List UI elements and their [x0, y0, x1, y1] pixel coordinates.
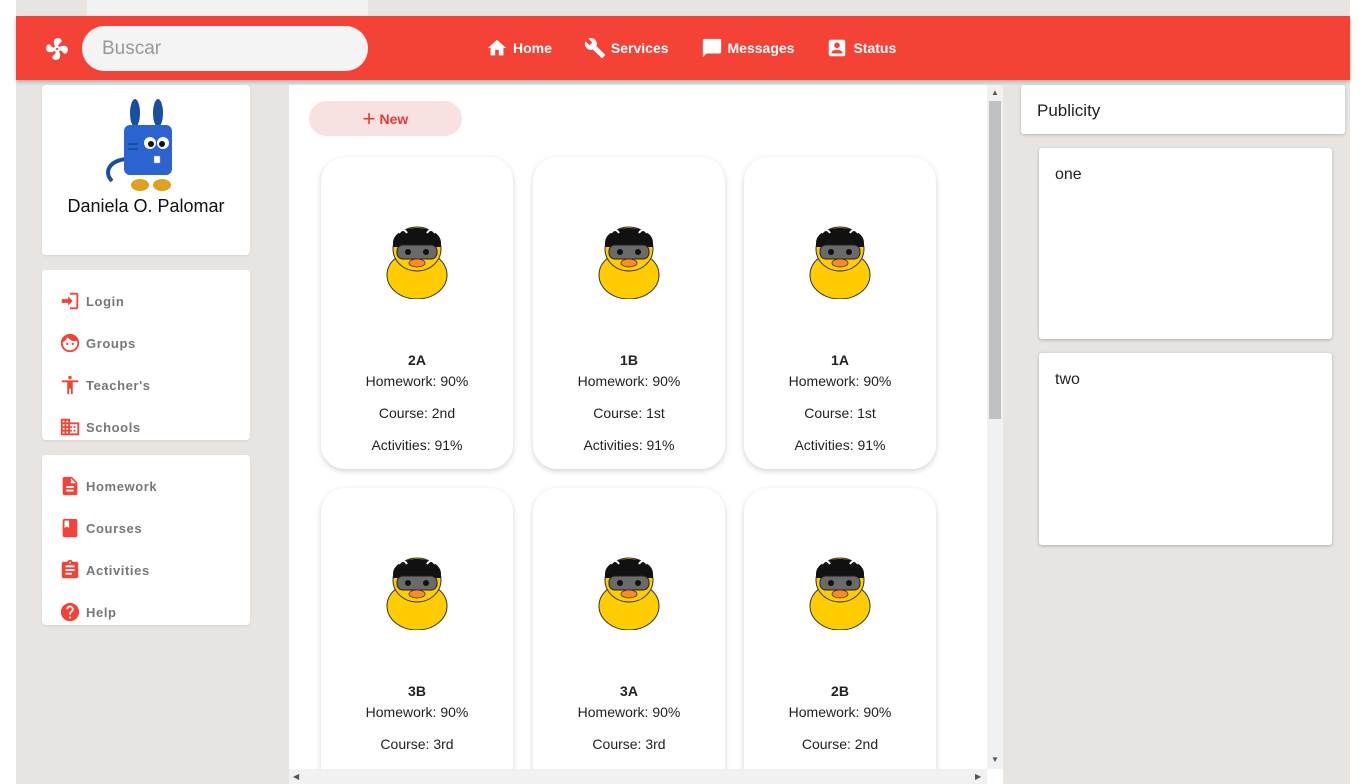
- menu-item-activities[interactable]: Activities: [42, 549, 250, 591]
- menu-item-homework-label: Homework: [86, 478, 158, 494]
- duck-helmet-icon: [386, 226, 448, 299]
- publicity-header: Publicity: [1021, 85, 1345, 134]
- group-card[interactable]: 2B Homework: 90% Course: 2nd: [744, 488, 936, 784]
- home-icon: [487, 39, 507, 56]
- menu-item-groups[interactable]: Groups: [42, 322, 250, 364]
- plus-icon: +: [362, 105, 376, 131]
- nav-services-label: Services: [610, 40, 669, 56]
- publicity-title: Publicity: [1037, 101, 1101, 120]
- new-button-label: New: [379, 110, 409, 127]
- menu-item-login-label: Login: [86, 293, 125, 309]
- wrench-icon: [584, 38, 605, 59]
- group-homework: Homework: 90%: [788, 373, 892, 389]
- groups-panel: + New 2A Homework: 90% Course: 2nd Activ…: [289, 85, 1003, 784]
- group-card[interactable]: 3B Homework: 90% Course: 3rd: [321, 488, 513, 784]
- menu-item-help-label: Help: [86, 604, 117, 620]
- duck-helmet-icon: [598, 557, 660, 630]
- duck-helmet-icon: [386, 557, 448, 630]
- publicity-text: two: [1055, 371, 1080, 388]
- fan-logo-icon[interactable]: [44, 36, 70, 62]
- group-homework: Homework: 90%: [577, 373, 681, 389]
- nav-messages-label: Messages: [727, 40, 795, 56]
- scroll-left-icon[interactable]: ◀: [293, 772, 299, 781]
- duck-helmet-icon: [598, 226, 660, 299]
- document-icon: [62, 476, 78, 496]
- group-card[interactable]: 1B Homework: 90% Course: 1st Activities:…: [533, 157, 725, 469]
- group-activities: Activities: 91%: [583, 437, 675, 453]
- group-name: 1B: [620, 352, 638, 368]
- publicity-card[interactable]: one: [1039, 148, 1332, 339]
- menu-item-teachers-label: Teacher's: [86, 377, 151, 393]
- group-card[interactable]: 3A Homework: 90% Course: 3rd: [533, 488, 725, 784]
- group-activities: Activities: 91%: [794, 437, 886, 453]
- scroll-up-icon[interactable]: ▲: [991, 88, 999, 97]
- group-course: Course: 3rd: [592, 736, 666, 752]
- vertical-scrollbar[interactable]: ▲ ▼: [987, 85, 1003, 769]
- group-course: Course: 2nd: [378, 405, 456, 421]
- menu-item-schools-label: Schools: [86, 419, 141, 435]
- building-icon: [60, 418, 80, 436]
- group-course: Course: 3rd: [380, 736, 454, 752]
- clipboard-icon: [61, 559, 79, 579]
- group-card[interactable]: 2A Homework: 90% Course: 2nd Activities:…: [321, 157, 513, 469]
- group-name: 1A: [831, 352, 849, 368]
- group-homework: Homework: 90%: [365, 373, 469, 389]
- group-name: 2B: [831, 683, 849, 699]
- duck-helmet-icon: [809, 557, 871, 630]
- login-icon: [61, 292, 79, 310]
- scroll-down-icon[interactable]: ▼: [991, 755, 999, 764]
- menu-item-help[interactable]: Help: [42, 591, 250, 633]
- help-icon: [60, 602, 80, 622]
- new-group-button[interactable]: + New: [309, 101, 462, 136]
- menu-item-teachers[interactable]: Teacher's: [42, 364, 250, 406]
- group-activities: Activities: 91%: [371, 437, 463, 453]
- nav-home-label: Home: [513, 40, 552, 56]
- menu-item-homework[interactable]: Homework: [42, 465, 250, 507]
- avatar: [106, 99, 172, 191]
- nav-messages[interactable]: Messages: [701, 37, 795, 59]
- menu-item-courses[interactable]: Courses: [42, 507, 250, 549]
- menu-item-groups-label: Groups: [86, 335, 136, 351]
- scrollbar-thumb[interactable]: [989, 101, 1001, 419]
- account-box-icon: [829, 39, 846, 57]
- group-name: 2A: [408, 352, 426, 368]
- scroll-right-icon[interactable]: ▶: [975, 772, 981, 781]
- book-icon: [62, 518, 78, 538]
- search-input[interactable]: [82, 26, 368, 71]
- group-name: 3A: [620, 683, 638, 699]
- nav-status[interactable]: Status: [826, 37, 896, 59]
- person-icon: [61, 375, 79, 395]
- nav-status-label: Status: [853, 40, 897, 56]
- menu-card-2: Homework Courses Activities Help: [42, 455, 250, 625]
- publicity-card[interactable]: two: [1039, 353, 1332, 545]
- menu-item-activities-label: Activities: [86, 562, 150, 578]
- profile-card: Daniela O. Palomar: [42, 85, 250, 255]
- nav-home[interactable]: Home: [486, 37, 552, 59]
- group-homework: Homework: 90%: [365, 704, 469, 720]
- group-name: 3B: [408, 683, 426, 699]
- group-homework: Homework: 90%: [788, 704, 892, 720]
- main-nav: Home Services Messages Status: [486, 16, 928, 80]
- menu-item-schools[interactable]: Schools: [42, 406, 250, 448]
- horizontal-scrollbar[interactable]: ◀ ▶: [289, 769, 987, 784]
- top-navbar: Home Services Messages Status: [16, 16, 1350, 80]
- nav-services[interactable]: Services: [584, 37, 669, 59]
- menu-card-1: Login Groups Teacher's Schools: [42, 270, 250, 440]
- message-icon: [702, 38, 721, 58]
- profile-name: Daniela O. Palomar: [67, 196, 225, 216]
- duck-helmet-icon: [809, 226, 871, 299]
- group-course: Course: 2nd: [801, 736, 879, 752]
- menu-item-login[interactable]: Login: [42, 280, 250, 322]
- face-icon: [60, 333, 80, 353]
- menu-item-courses-label: Courses: [86, 520, 143, 536]
- publicity-text: one: [1055, 166, 1082, 183]
- group-homework: Homework: 90%: [577, 704, 681, 720]
- group-card[interactable]: 1A Homework: 90% Course: 1st Activities:…: [744, 157, 936, 469]
- group-course: Course: 1st: [593, 405, 665, 421]
- group-course: Course: 1st: [804, 405, 876, 421]
